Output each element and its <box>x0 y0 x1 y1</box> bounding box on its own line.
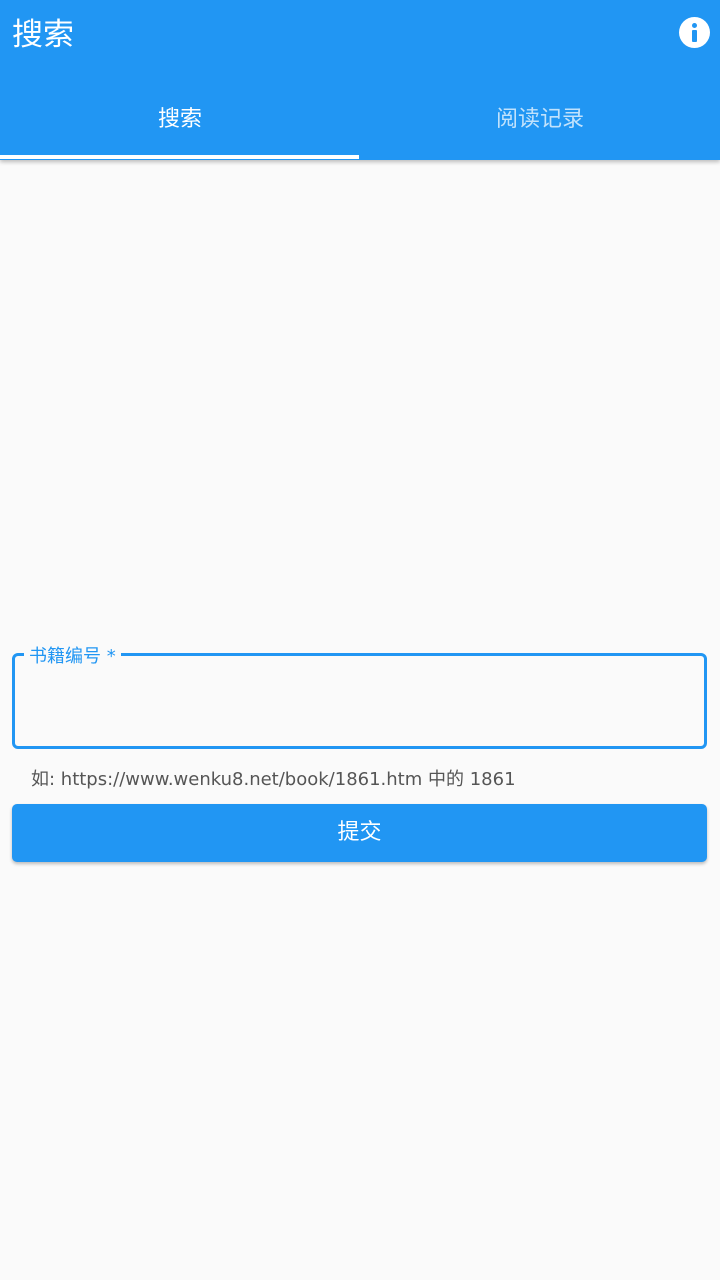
info-icon-dot <box>692 23 697 28</box>
tab-reading-history[interactable]: 阅读记录 <box>360 82 720 158</box>
book-id-label: 书籍编号 * <box>24 645 121 669</box>
tab-indicator <box>0 155 359 159</box>
page-title: 搜索 <box>12 17 74 53</box>
app-bar: 搜索 搜索 阅读记录 <box>0 0 720 160</box>
submit-button[interactable]: 提交 <box>12 804 707 862</box>
info-icon[interactable] <box>679 17 710 48</box>
tab-search[interactable]: 搜索 <box>0 82 360 158</box>
info-icon-stem <box>692 30 697 42</box>
helper-text: 如: https://www.wenku8.net/book/1861.htm … <box>31 769 516 790</box>
book-id-input[interactable] <box>29 656 689 746</box>
